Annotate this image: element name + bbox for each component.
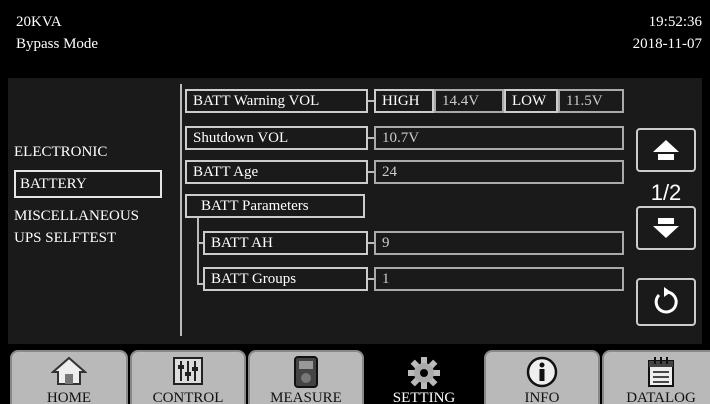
mode-label: Bypass Mode xyxy=(16,36,99,52)
status-header: 20KVA Bypass Mode 19:52:36 2018-11-07 xyxy=(8,12,702,76)
shutdown-vol-value[interactable]: 10.7V xyxy=(374,126,624,150)
menu-item-miscellaneous[interactable]: MISCELLANEOUS xyxy=(14,206,139,226)
shutdown-vol-label: Shutdown VOL xyxy=(185,126,368,150)
menu-item-ups-selftest[interactable]: UPS SELFTEST xyxy=(14,228,116,248)
page-indicator: 1/2 xyxy=(650,180,682,205)
refresh-icon xyxy=(654,287,678,314)
tab-info[interactable]: INFO xyxy=(484,350,600,404)
tab-home-label: HOME xyxy=(46,390,92,404)
batt-groups-value[interactable]: 1 xyxy=(374,267,624,291)
panel-divider xyxy=(180,84,182,336)
gear-icon xyxy=(408,357,440,389)
tab-control[interactable]: CONTROL xyxy=(130,350,246,404)
batt-ah-label: BATT AH xyxy=(203,231,368,255)
tab-datalog[interactable]: DATALOG xyxy=(602,350,710,404)
tab-home[interactable]: HOME xyxy=(10,350,128,404)
page-up-button[interactable] xyxy=(636,128,696,172)
capacity-label: 20KVA xyxy=(16,14,62,30)
batt-age-label: BATT Age xyxy=(185,160,368,184)
tab-control-label: CONTROL xyxy=(152,390,224,404)
batt-groups-label: BATT Groups xyxy=(203,267,368,291)
tab-measure[interactable]: MEASURE xyxy=(248,350,364,404)
arrow-down-icon xyxy=(653,218,679,238)
clock-time: 19:52:36 xyxy=(648,14,702,30)
back-button[interactable] xyxy=(636,278,696,326)
sliders-icon xyxy=(173,357,203,385)
tab-datalog-label: DATALOG xyxy=(626,390,696,404)
arrow-up-icon xyxy=(653,140,679,160)
calendar-icon xyxy=(648,357,674,387)
warning-vol-label: BATT Warning VOL xyxy=(185,89,368,113)
menu-item-electronic[interactable]: ELECTRONIC xyxy=(14,142,107,162)
page-down-button[interactable] xyxy=(636,206,696,250)
info-icon xyxy=(526,356,558,388)
warning-high-value[interactable]: 14.4V xyxy=(434,89,504,113)
settings-panel: ELECTRONIC BATTERY MISCELLANEOUS UPS SEL… xyxy=(8,78,702,344)
warning-low-value[interactable]: 11.5V xyxy=(558,89,624,113)
batt-params-label[interactable]: BATT Parameters xyxy=(185,194,365,218)
meter-icon xyxy=(294,356,318,388)
tab-measure-label: MEASURE xyxy=(270,390,342,404)
home-icon xyxy=(51,356,87,385)
warning-low-label: LOW xyxy=(504,89,558,113)
clock-date: 2018-11-07 xyxy=(632,36,702,52)
ups-screen: 20KVA Bypass Mode 19:52:36 2018-11-07 EL… xyxy=(0,0,710,404)
menu-item-battery[interactable]: BATTERY xyxy=(14,170,162,198)
warning-high-label: HIGH xyxy=(374,89,434,113)
tab-setting-label: SETTING xyxy=(392,390,456,404)
bottom-tab-bar: HOME CONTROL MEASURE SETTING INFO DATALO… xyxy=(0,346,710,404)
batt-ah-value[interactable]: 9 xyxy=(374,231,624,255)
tab-setting[interactable]: SETTING xyxy=(366,350,482,404)
tree-line xyxy=(197,218,199,284)
tab-info-label: INFO xyxy=(524,390,560,404)
batt-age-value[interactable]: 24 xyxy=(374,160,624,184)
